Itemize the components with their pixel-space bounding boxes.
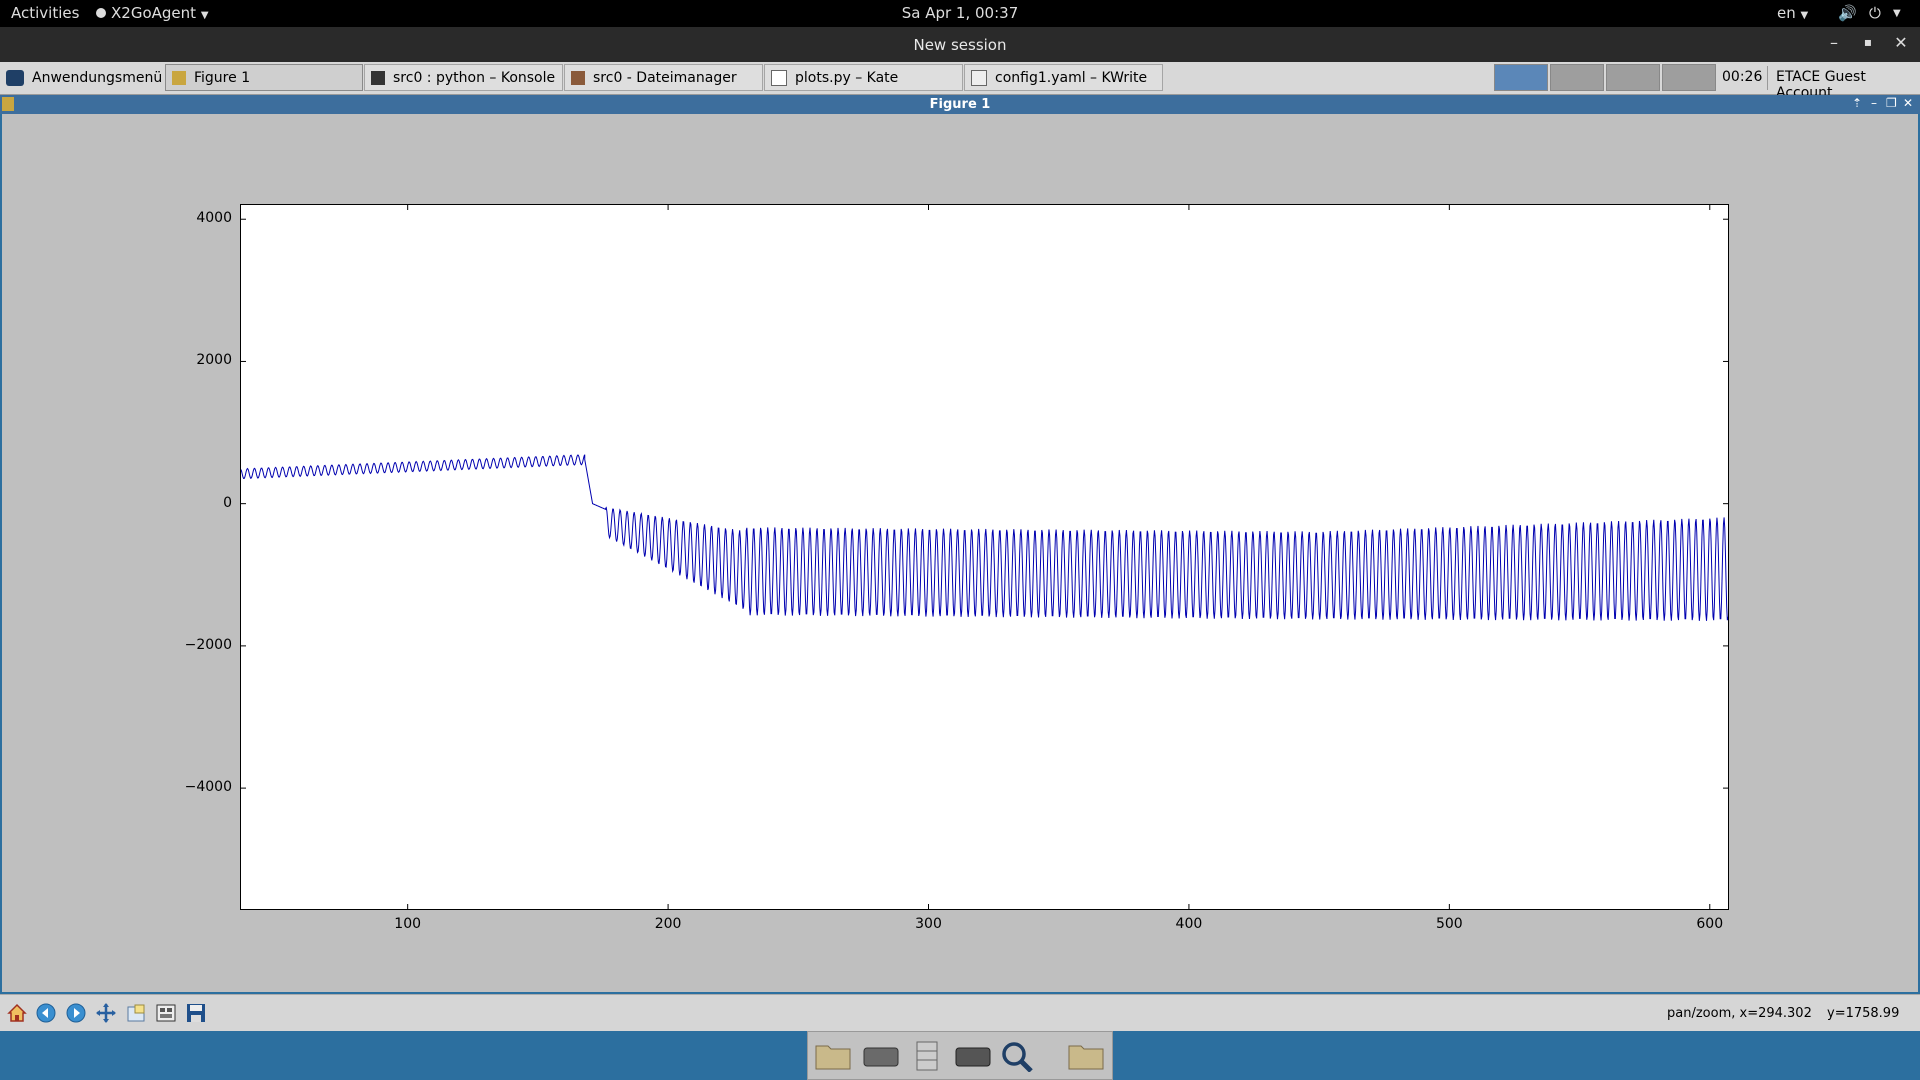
keep-above-icon[interactable]: ⇡: [1852, 96, 1862, 110]
home-icon[interactable]: [4, 1001, 30, 1025]
y-tick-label: 2000: [196, 352, 232, 369]
figure-window-titlebar: Figure 1 ⇡ – ❐ ✕: [0, 95, 1920, 114]
application-menu-label: Anwendungsmenü: [32, 69, 163, 86]
dock: [807, 1031, 1113, 1080]
desktop-pager-4[interactable]: [1662, 64, 1716, 91]
search-icon[interactable]: [998, 1040, 1036, 1073]
plot-svg: [241, 205, 1728, 909]
power-icon[interactable]: ⏻: [1869, 4, 1881, 22]
x-tick-label: 100: [394, 916, 422, 932]
maximize-icon[interactable]: ❐: [1886, 96, 1897, 110]
close-icon[interactable]: ✕: [1891, 33, 1911, 52]
app-menu-label: X2GoAgent: [111, 4, 197, 22]
task-figure-1[interactable]: Figure 1: [165, 64, 363, 91]
folder-icon[interactable]: [1067, 1040, 1105, 1072]
x-tick-label: 500: [1435, 916, 1463, 932]
x-tick-label: 600: [1696, 916, 1724, 932]
clock[interactable]: Sa Apr 1, 00:37: [0, 4, 1920, 22]
document-icon: [971, 69, 987, 86]
close-icon[interactable]: ✕: [1903, 96, 1913, 110]
task-label: src0 : python – Konsole: [393, 69, 556, 86]
task-label: plots.py – Kate: [795, 69, 899, 86]
task-kwrite[interactable]: config1.yaml – KWrite: [964, 64, 1163, 91]
minimize-icon[interactable]: –: [1824, 33, 1844, 52]
gnome-top-bar: Activities X2GoAgent ▼ Sa Apr 1, 00:37 e…: [0, 0, 1920, 27]
application-menu-button[interactable]: Anwendungsmenü: [0, 64, 164, 91]
task-dateimanager[interactable]: src0 - Dateimanager: [564, 64, 763, 91]
taskbar-divider: [1767, 66, 1768, 90]
task-kate[interactable]: plots.py – Kate: [764, 64, 963, 91]
y-tick-label: 0: [223, 494, 232, 511]
activities-button[interactable]: Activities: [11, 4, 79, 22]
file-manager-icon: [571, 70, 585, 85]
desktop-pager-1[interactable]: [1494, 64, 1548, 91]
taskbar-clock[interactable]: 00:26: [1722, 69, 1762, 85]
x-tick-label: 300: [915, 916, 942, 932]
kde-bird-icon: [6, 69, 24, 86]
app-menu-button[interactable]: X2GoAgent ▼: [96, 4, 209, 22]
task-label: src0 - Dateimanager: [593, 69, 737, 86]
forward-arrow-icon[interactable]: [63, 1001, 89, 1025]
chevron-down-icon: ▼: [200, 10, 209, 21]
language-selector[interactable]: en ▼: [1777, 4, 1808, 22]
figure-window-title: Figure 1: [929, 97, 991, 112]
drive-icon[interactable]: [862, 1040, 900, 1072]
maximize-icon[interactable]: ▪: [1858, 35, 1878, 49]
desktop-pager-3[interactable]: [1606, 64, 1660, 91]
matplotlib-icon: [172, 70, 186, 85]
navigation-toolbar: pan/zoom, x=294.302 y=1758.99: [0, 994, 1920, 1031]
cabinet-icon[interactable]: [908, 1040, 946, 1072]
harddisk-icon[interactable]: [954, 1040, 992, 1072]
save-floppy-icon[interactable]: [183, 1001, 209, 1025]
chevron-down-icon: ▼: [1800, 10, 1809, 21]
session-title: New session: [913, 36, 1007, 54]
system-menu-chevron-down-icon[interactable]: ▼: [1893, 8, 1901, 19]
terminal-icon: [371, 70, 385, 85]
volume-icon[interactable]: 🔊: [1838, 4, 1857, 22]
x-tick-label: 200: [654, 916, 682, 932]
zoom-rect-icon[interactable]: [123, 1001, 149, 1025]
session-title-bar: New session – ▪ ✕: [0, 27, 1920, 62]
x-tick-label: 400: [1175, 916, 1203, 932]
x2go-icon: [96, 8, 106, 18]
text-editor-icon: [771, 69, 787, 86]
pan-move-icon[interactable]: [93, 1001, 119, 1025]
task-label: config1.yaml – KWrite: [995, 69, 1148, 86]
task-label: Figure 1: [194, 69, 251, 86]
back-arrow-icon[interactable]: [33, 1001, 59, 1025]
folder-icon[interactable]: [814, 1040, 852, 1072]
status-coordinates-y: y=1758.99: [1827, 1006, 1900, 1021]
subplots-configure-icon[interactable]: [153, 1001, 179, 1025]
y-tick-label: −4000: [184, 779, 232, 796]
y-tick-label: −2000: [184, 636, 232, 653]
minimize-icon[interactable]: –: [1871, 96, 1877, 110]
desktop-pager-2[interactable]: [1550, 64, 1604, 91]
task-konsole[interactable]: src0 : python – Konsole: [364, 64, 563, 91]
series-line: [241, 454, 1728, 621]
language-label: en: [1777, 4, 1796, 22]
taskbar: Anwendungsmenü Figure 1 src0 : python – …: [0, 62, 1920, 101]
y-tick-label: 4000: [196, 210, 232, 227]
plot-axes[interactable]: [240, 204, 1729, 910]
status-coordinates-x: pan/zoom, x=294.302: [1667, 1006, 1812, 1021]
